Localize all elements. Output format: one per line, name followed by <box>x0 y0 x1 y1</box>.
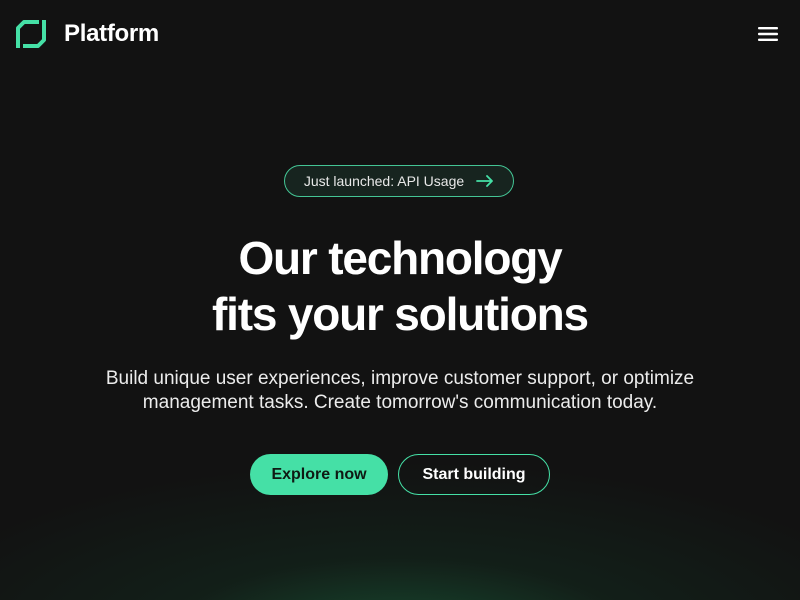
arrow-right-icon <box>476 175 494 187</box>
brand-name: Platform <box>64 20 159 47</box>
hero-subtitle: Build unique user experiences, improve c… <box>60 367 740 415</box>
site-header: Platform <box>0 0 800 68</box>
explore-now-button[interactable]: Explore now <box>250 454 388 495</box>
announcement-pill[interactable]: Just launched: API Usage <box>284 165 514 197</box>
hamburger-menu-button[interactable] <box>756 24 780 44</box>
hero-headline: Our technology fits your solutions <box>0 230 800 342</box>
logo-link[interactable]: Platform <box>16 20 159 48</box>
subtitle-line-1: Build unique user experiences, improve c… <box>105 368 695 389</box>
announcement-text: Just launched: API Usage <box>303 173 465 189</box>
platform-logo-icon <box>16 20 46 48</box>
start-building-button[interactable]: Start building <box>398 454 550 495</box>
cta-group: Explore now Start building <box>0 454 800 495</box>
headline-line-2: fits your solutions <box>212 288 589 340</box>
subtitle-line-2: management tasks. Create tomorrow's comm… <box>142 392 658 413</box>
headline-line-1: Our technology <box>238 232 562 284</box>
hamburger-menu-icon <box>758 27 778 41</box>
